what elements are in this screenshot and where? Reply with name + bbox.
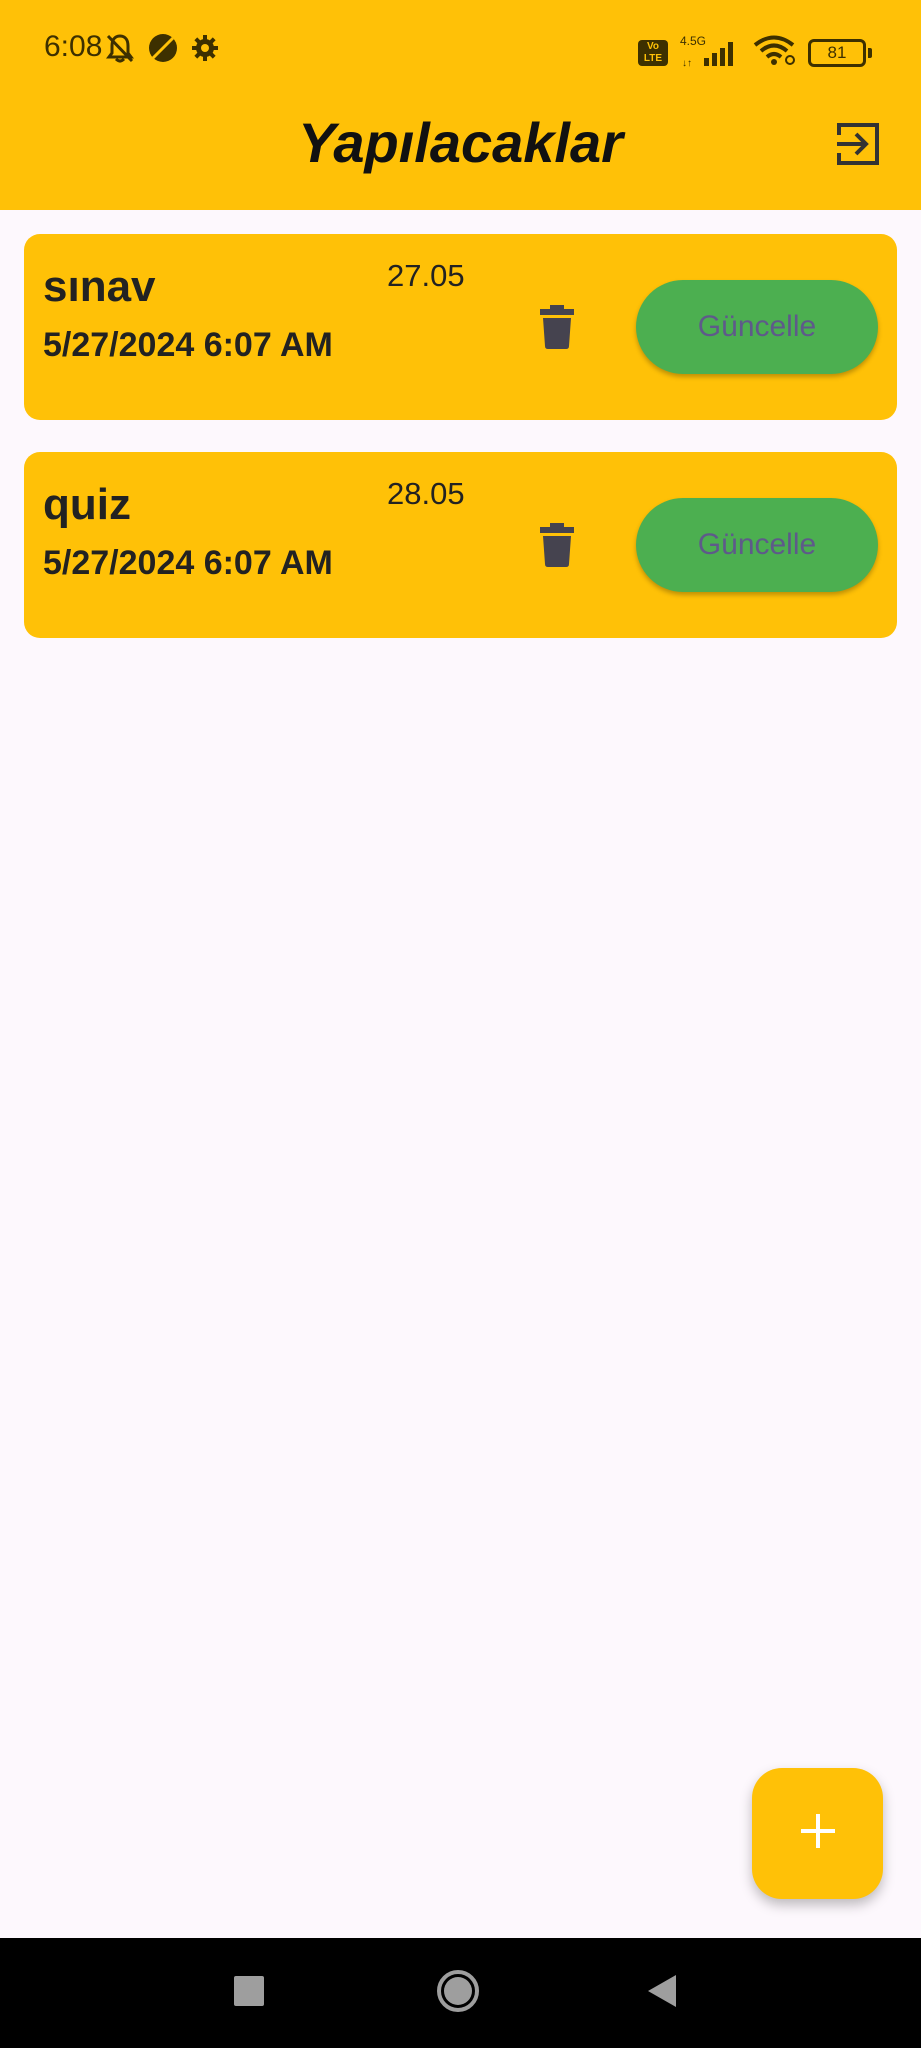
system-nav-bar <box>0 1938 921 2048</box>
home-icon <box>436 1969 480 2018</box>
status-left-icons <box>105 32 219 69</box>
page-title: Yapılacaklar <box>298 111 623 174</box>
todo-date: 28.05 <box>387 476 465 511</box>
settings-icon <box>191 34 219 67</box>
trash-icon <box>540 522 574 572</box>
cell-signal-icon: 4.5G ↓↑ <box>680 34 740 68</box>
home-button[interactable] <box>418 1938 498 2048</box>
svg-text:↓↑: ↓↑ <box>682 58 692 68</box>
status-bar: 6:08 Vo LTE 4.5G ↓↑ 81 <box>0 0 921 100</box>
wifi-icon <box>752 34 796 71</box>
todo-card: quiz 5/27/2024 6:07 AM 28.05 Güncelle <box>24 452 897 638</box>
todo-card: sınav 5/27/2024 6:07 AM 27.05 Güncelle <box>24 234 897 420</box>
plus-icon <box>799 1812 837 1855</box>
update-button[interactable]: Güncelle <box>636 498 878 592</box>
back-button[interactable] <box>623 1938 703 2048</box>
delete-button[interactable] <box>532 522 582 572</box>
todo-created: 5/27/2024 6:07 AM <box>43 544 333 582</box>
status-right-icons: Vo LTE 4.5G ↓↑ 81 <box>638 34 872 71</box>
todo-title: sınav <box>43 262 156 311</box>
todo-created: 5/27/2024 6:07 AM <box>43 326 333 364</box>
recents-button[interactable] <box>209 1938 289 2048</box>
add-todo-button[interactable] <box>752 1768 883 1899</box>
app-header: 6:08 Vo LTE 4.5G ↓↑ 81 Yapılacaklar <box>0 0 921 210</box>
delete-button[interactable] <box>532 304 582 354</box>
volte-icon: Vo LTE <box>638 39 668 66</box>
recents-icon <box>234 1975 264 2011</box>
data-saver-icon <box>147 32 179 69</box>
status-time: 6:08 <box>44 30 103 63</box>
logout-button[interactable] <box>830 118 886 174</box>
back-icon <box>648 1974 678 2012</box>
logout-icon <box>835 121 881 172</box>
todo-date: 27.05 <box>387 258 465 293</box>
battery-icon: 81 <box>808 38 872 67</box>
trash-icon <box>540 304 574 354</box>
update-button[interactable]: Güncelle <box>636 280 878 374</box>
todo-title: quiz <box>43 480 131 529</box>
notifications-off-icon <box>105 32 135 69</box>
